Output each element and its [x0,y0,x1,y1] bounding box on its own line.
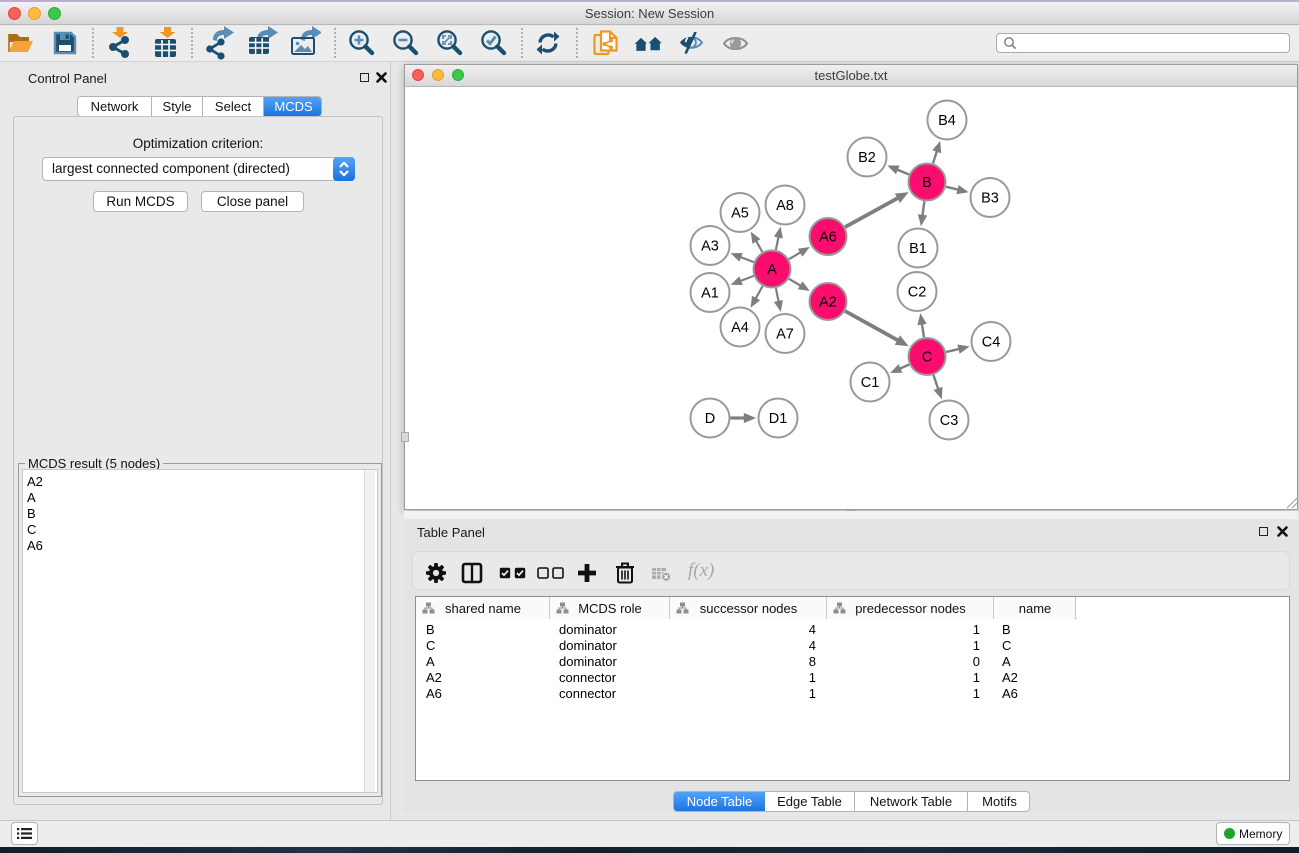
svg-text:A2: A2 [819,295,837,311]
svg-text:A6: A6 [819,230,837,246]
svg-text:A3: A3 [701,239,719,255]
svg-text:A1: A1 [701,286,719,302]
svg-text:B3: B3 [981,191,999,207]
svg-text:D: D [705,411,715,427]
svg-text:C3: C3 [940,413,959,429]
svg-text:C4: C4 [982,335,1001,351]
svg-text:B: B [922,175,932,191]
svg-text:D1: D1 [769,411,788,427]
svg-text:B4: B4 [938,113,956,129]
svg-text:C: C [922,350,932,366]
svg-text:B1: B1 [909,241,927,257]
svg-text:A8: A8 [776,198,794,214]
svg-text:A4: A4 [731,320,749,336]
svg-text:C1: C1 [861,375,880,391]
svg-text:A5: A5 [731,206,749,222]
svg-text:B2: B2 [858,150,876,166]
svg-text:C2: C2 [908,285,927,301]
svg-text:A7: A7 [776,327,794,343]
svg-text:A: A [767,262,777,278]
